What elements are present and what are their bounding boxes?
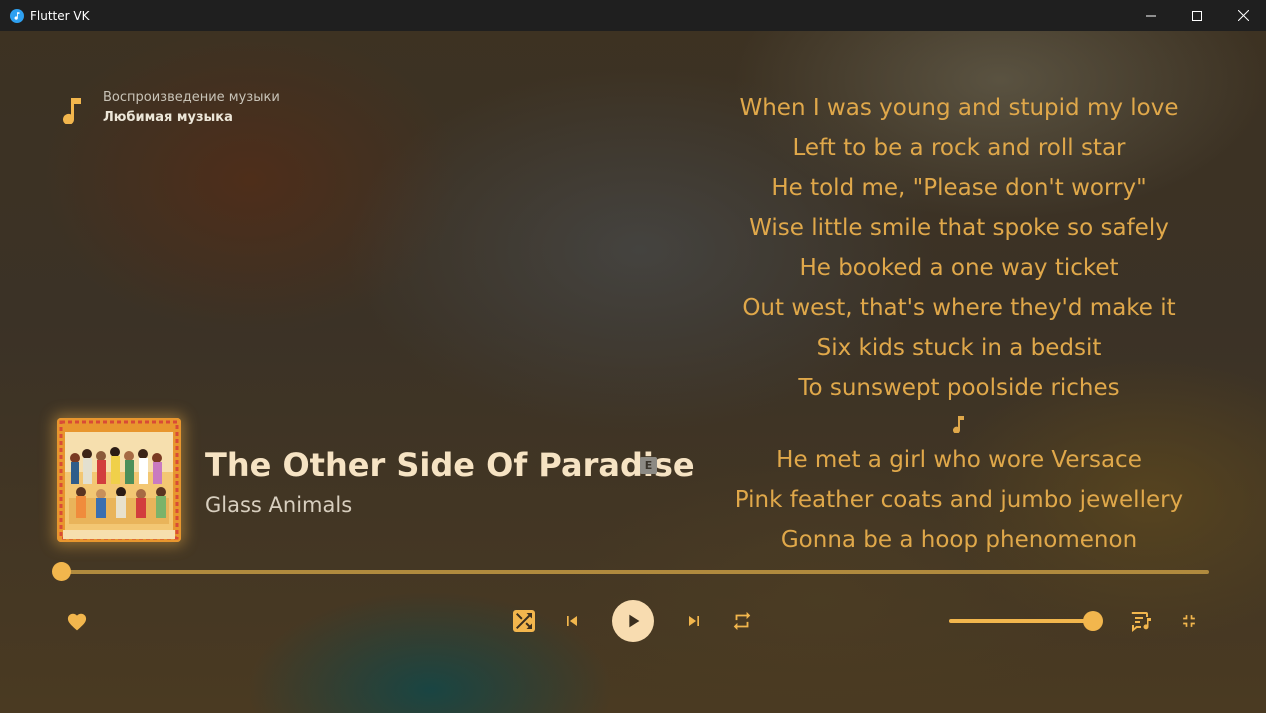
minimize-button[interactable] [1128,0,1174,31]
skip-next-icon [689,616,699,626]
play-icon [629,614,640,628]
lyric-line[interactable]: Wise little smile that spoke so safely [700,208,1218,248]
lyric-line[interactable]: Gonna be a hoop phenomenon [700,520,1218,560]
track-artist[interactable]: Glass Animals [205,493,352,517]
window-title: Flutter VK [30,8,90,23]
lyric-line[interactable]: He told me, "Please don't worry" [700,168,1218,208]
source-label: Воспроизведение музыки [103,90,280,105]
lyric-line[interactable]: Pink feather coats and jumbo jewellery [700,480,1218,520]
music-note-icon [10,8,24,23]
shuffle-button[interactable] [509,606,539,636]
repeat-icon [733,611,751,631]
music-note-icon [62,96,84,128]
shuffle-icon [513,610,535,632]
skip-previous-icon [567,616,577,626]
lyric-line[interactable]: When I was young and stupid my love [700,88,1218,128]
seek-bar-thumb[interactable] [52,562,71,581]
volume-slider-fill [949,619,1093,623]
maximize-icon [1192,10,1202,21]
explicit-badge: E [640,457,657,474]
next-button[interactable] [680,606,708,636]
previous-button[interactable] [558,606,586,636]
close-button[interactable] [1220,0,1266,31]
window-controls [1128,0,1266,31]
repeat-button[interactable] [727,606,757,636]
lyric-line[interactable]: He met a girl who wore Versace [700,440,1218,480]
play-button[interactable] [612,600,654,642]
title-bar: Flutter VK [0,0,1266,31]
playlist-name: Любимая музыка [103,110,233,125]
maximize-button[interactable] [1174,0,1220,31]
lyric-line[interactable]: Out west, that's where they'd make it [700,288,1218,328]
lyric-line[interactable]: Left to be a rock and roll star [700,128,1218,168]
lyric-line[interactable]: He booked a one way ticket [700,248,1218,288]
volume-slider[interactable] [949,619,1093,623]
fullscreen-exit-icon [1183,615,1195,627]
seek-bar[interactable] [61,570,1209,574]
lyric-line[interactable]: Six kids stuck in a bedsit [700,328,1218,368]
interlude-music-note-icon [700,408,1218,440]
heart-icon [67,613,87,631]
volume-slider-thumb[interactable] [1083,611,1103,631]
minimize-icon [1146,15,1156,16]
track-title: The Other Side Of Paradise [205,446,695,484]
fullscreen-exit-button[interactable] [1174,606,1204,636]
player-window: Flutter VK Воспроизведение музыки Любима… [0,0,1266,713]
lyric-line[interactable]: To sunswept poolside riches [700,368,1218,408]
favorite-button[interactable] [62,606,92,636]
lyrics-panel: When I was young and stupid my love Left… [700,88,1218,560]
close-icon [1237,10,1249,21]
album-cover[interactable] [57,418,181,542]
lyrics-icon [1131,612,1151,632]
lyrics-button[interactable] [1126,606,1156,636]
